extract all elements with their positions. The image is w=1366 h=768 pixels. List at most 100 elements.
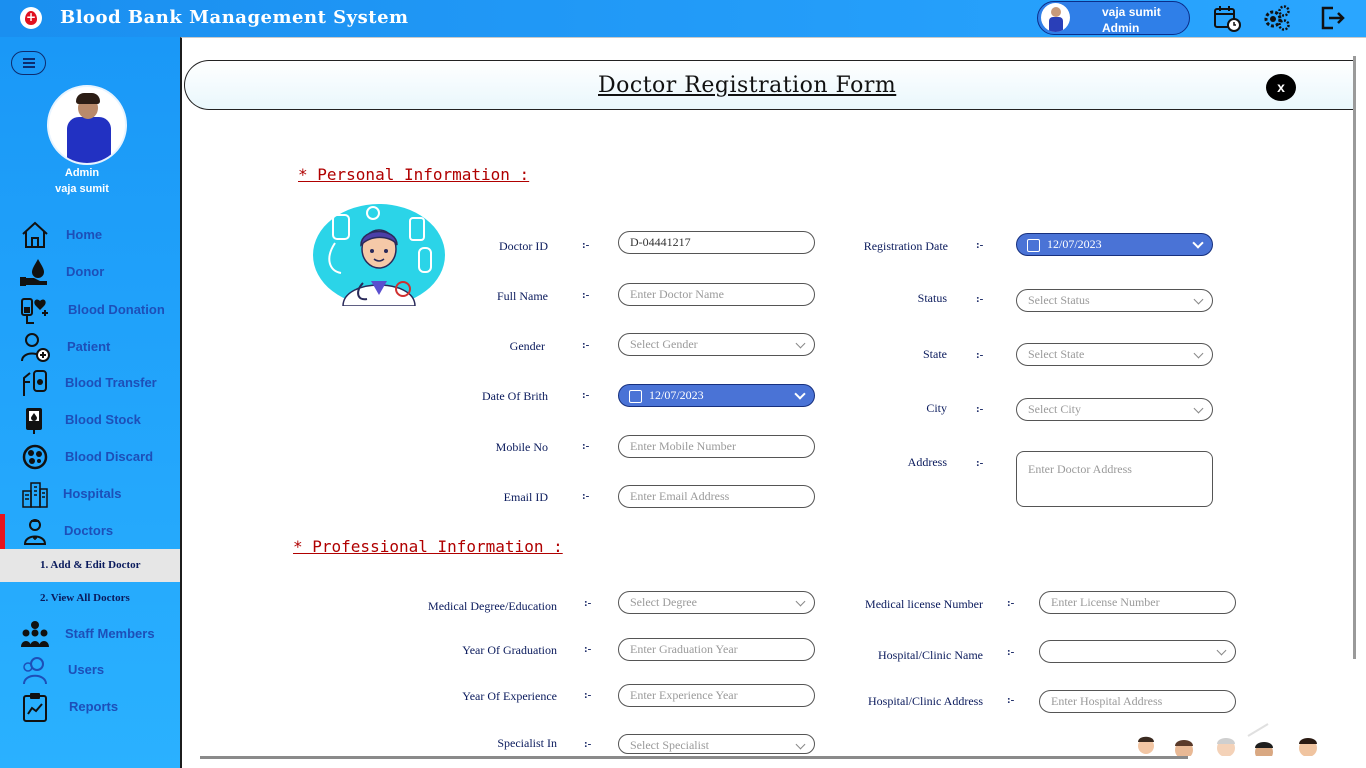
full-name-label: Full Name	[497, 289, 548, 303]
sidebar-item-home[interactable]: Home	[0, 218, 180, 252]
vertical-scrollbar[interactable]	[1353, 56, 1356, 659]
staff-members-icon	[21, 621, 49, 647]
blood-transfer-icon	[23, 370, 47, 396]
sidebar-item-label: Blood Donation	[68, 302, 165, 317]
sidebar-item-label: Blood Discard	[65, 449, 154, 464]
users-icon	[23, 657, 47, 685]
separator: :-	[1007, 646, 1015, 658]
hospital-name-select[interactable]	[1039, 640, 1236, 663]
state-label: State	[923, 347, 947, 361]
sidebar-item-donor[interactable]: Donor	[0, 255, 180, 289]
app-title: Blood Bank Management System	[60, 7, 409, 28]
city-select[interactable]: Select City	[1016, 398, 1213, 421]
close-button[interactable]: x	[1266, 74, 1296, 101]
sidebar-item-users[interactable]: Users	[0, 653, 180, 687]
blood-drop-logo-icon: +	[20, 7, 42, 29]
calendar-clock-icon[interactable]	[1213, 4, 1241, 32]
section-professional-information: * Professional Information :	[293, 537, 563, 556]
full-name-input[interactable]: Enter Doctor Name	[618, 283, 815, 306]
user-profile-chip[interactable]: vaja sumit Admin	[1037, 1, 1190, 35]
sidebar-item-doctors[interactable]: Doctors	[0, 514, 180, 552]
sidebar-item-reports[interactable]: Reports	[0, 690, 180, 724]
doctor-id-label: Doctor ID	[499, 239, 548, 253]
state-select[interactable]: Select State	[1016, 343, 1213, 366]
sidebar-item-label: Reports	[69, 699, 119, 714]
sidebar-item-staff-members[interactable]: Staff Members	[0, 617, 180, 651]
horizontal-scrollbar[interactable]	[200, 756, 1188, 759]
sidebar-subitem-label: 2. View All Doctors	[40, 592, 130, 604]
sidebar-item-blood-transfer[interactable]: Blood Transfer	[0, 366, 180, 400]
sidebar-item-label: Hospitals	[63, 486, 122, 501]
dob-label: Date Of Brith	[482, 389, 548, 403]
separator: :-	[582, 239, 590, 251]
license-label: Medical license Number	[865, 597, 983, 611]
experience-year-label: Year Of Experience	[462, 689, 557, 703]
home-icon	[22, 221, 48, 248]
sidebar-item-label: Blood Transfer	[65, 375, 157, 390]
sidebar-item-blood-stock[interactable]: Blood Stock	[0, 403, 180, 437]
profile-role: Admin	[64, 167, 100, 179]
separator: :-	[976, 403, 984, 415]
registration-date-label: Registration Date	[863, 239, 948, 253]
separator: :-	[976, 457, 984, 469]
section-personal-information: * Personal Information :	[298, 165, 530, 184]
separator: :-	[584, 643, 592, 655]
mobile-label: Mobile No	[495, 440, 548, 454]
doctor-icon	[23, 519, 47, 545]
separator: :-	[582, 389, 590, 401]
reports-clipboard-icon	[23, 693, 47, 722]
address-textarea[interactable]: Enter Doctor Address	[1016, 451, 1213, 507]
degree-select[interactable]: Select Degree	[618, 591, 815, 614]
separator: :-	[584, 689, 592, 701]
logout-icon[interactable]	[1319, 4, 1347, 32]
settings-gears-icon[interactable]	[1263, 4, 1291, 32]
hospital-building-icon	[22, 482, 48, 508]
status-label: Status	[917, 291, 947, 305]
license-input[interactable]: Enter License Number	[1039, 591, 1236, 614]
hospital-address-label: Hospital/Clinic Address	[868, 694, 983, 708]
graduation-year-input[interactable]: Enter Graduation Year	[618, 638, 815, 661]
specialist-select[interactable]: Select Specialist	[618, 734, 815, 754]
doctor-illustration	[313, 204, 445, 306]
sidebar-item-blood-discard[interactable]: Blood Discard	[0, 440, 180, 474]
dob-date-picker[interactable]: 12/07/2023	[618, 384, 815, 407]
sidebar-item-blood-donation[interactable]: Blood Donation	[0, 293, 180, 327]
status-select[interactable]: Select Status	[1016, 289, 1213, 312]
avatar	[1041, 3, 1070, 32]
sidebar-item-label: Blood Stock	[65, 412, 141, 427]
separator: :-	[584, 738, 592, 750]
separator: :-	[976, 349, 984, 361]
hospital-address-input[interactable]: Enter Hospital Address	[1039, 690, 1236, 713]
separator: :-	[582, 490, 590, 502]
sidebar-subitem-view-all-doctors[interactable]: 2. View All Doctors	[0, 582, 180, 615]
sidebar-item-label: Staff Members	[65, 626, 155, 641]
hospital-name-label: Hospital/Clinic Name	[878, 648, 983, 662]
separator: :-	[976, 239, 984, 251]
profile-avatar	[47, 85, 127, 165]
separator: :-	[582, 440, 590, 452]
sidebar-item-patient[interactable]: Patient	[0, 330, 180, 364]
sidebar-item-label: Patient	[67, 339, 111, 354]
specialist-label: Specialist In	[497, 736, 557, 750]
doctor-id-field[interactable]: D-04441217	[618, 231, 815, 254]
sidebar-subitem-add-edit-doctor[interactable]: 1. Add & Edit Doctor	[0, 549, 180, 582]
sidebar-item-label: Donor	[66, 264, 105, 279]
sidebar-item-hospitals[interactable]: Hospitals	[0, 477, 180, 511]
registration-date-picker[interactable]: 12/07/2023	[1016, 233, 1213, 256]
mobile-input[interactable]: Enter Mobile Number	[618, 435, 815, 458]
email-input[interactable]: Enter Email Address	[618, 485, 815, 508]
email-label: Email ID	[503, 490, 548, 504]
top-bar: + Blood Bank Management System vaja sumi…	[0, 0, 1366, 37]
menu-toggle-button[interactable]	[11, 51, 46, 75]
doctors-group-illustration	[1138, 723, 1317, 756]
page-title: Doctor Registration Form	[598, 73, 897, 98]
graduation-year-label: Year Of Graduation	[462, 643, 557, 657]
experience-year-input[interactable]: Enter Experience Year	[618, 684, 815, 707]
user-role: Admin	[1102, 21, 1140, 35]
degree-label: Medical Degree/Education	[428, 599, 557, 613]
blood-donation-icon	[21, 298, 48, 324]
separator: :-	[582, 289, 590, 301]
gender-select[interactable]: Select Gender	[618, 333, 815, 356]
gender-label: Gender	[509, 339, 545, 353]
sidebar-item-label: Users	[68, 662, 105, 677]
